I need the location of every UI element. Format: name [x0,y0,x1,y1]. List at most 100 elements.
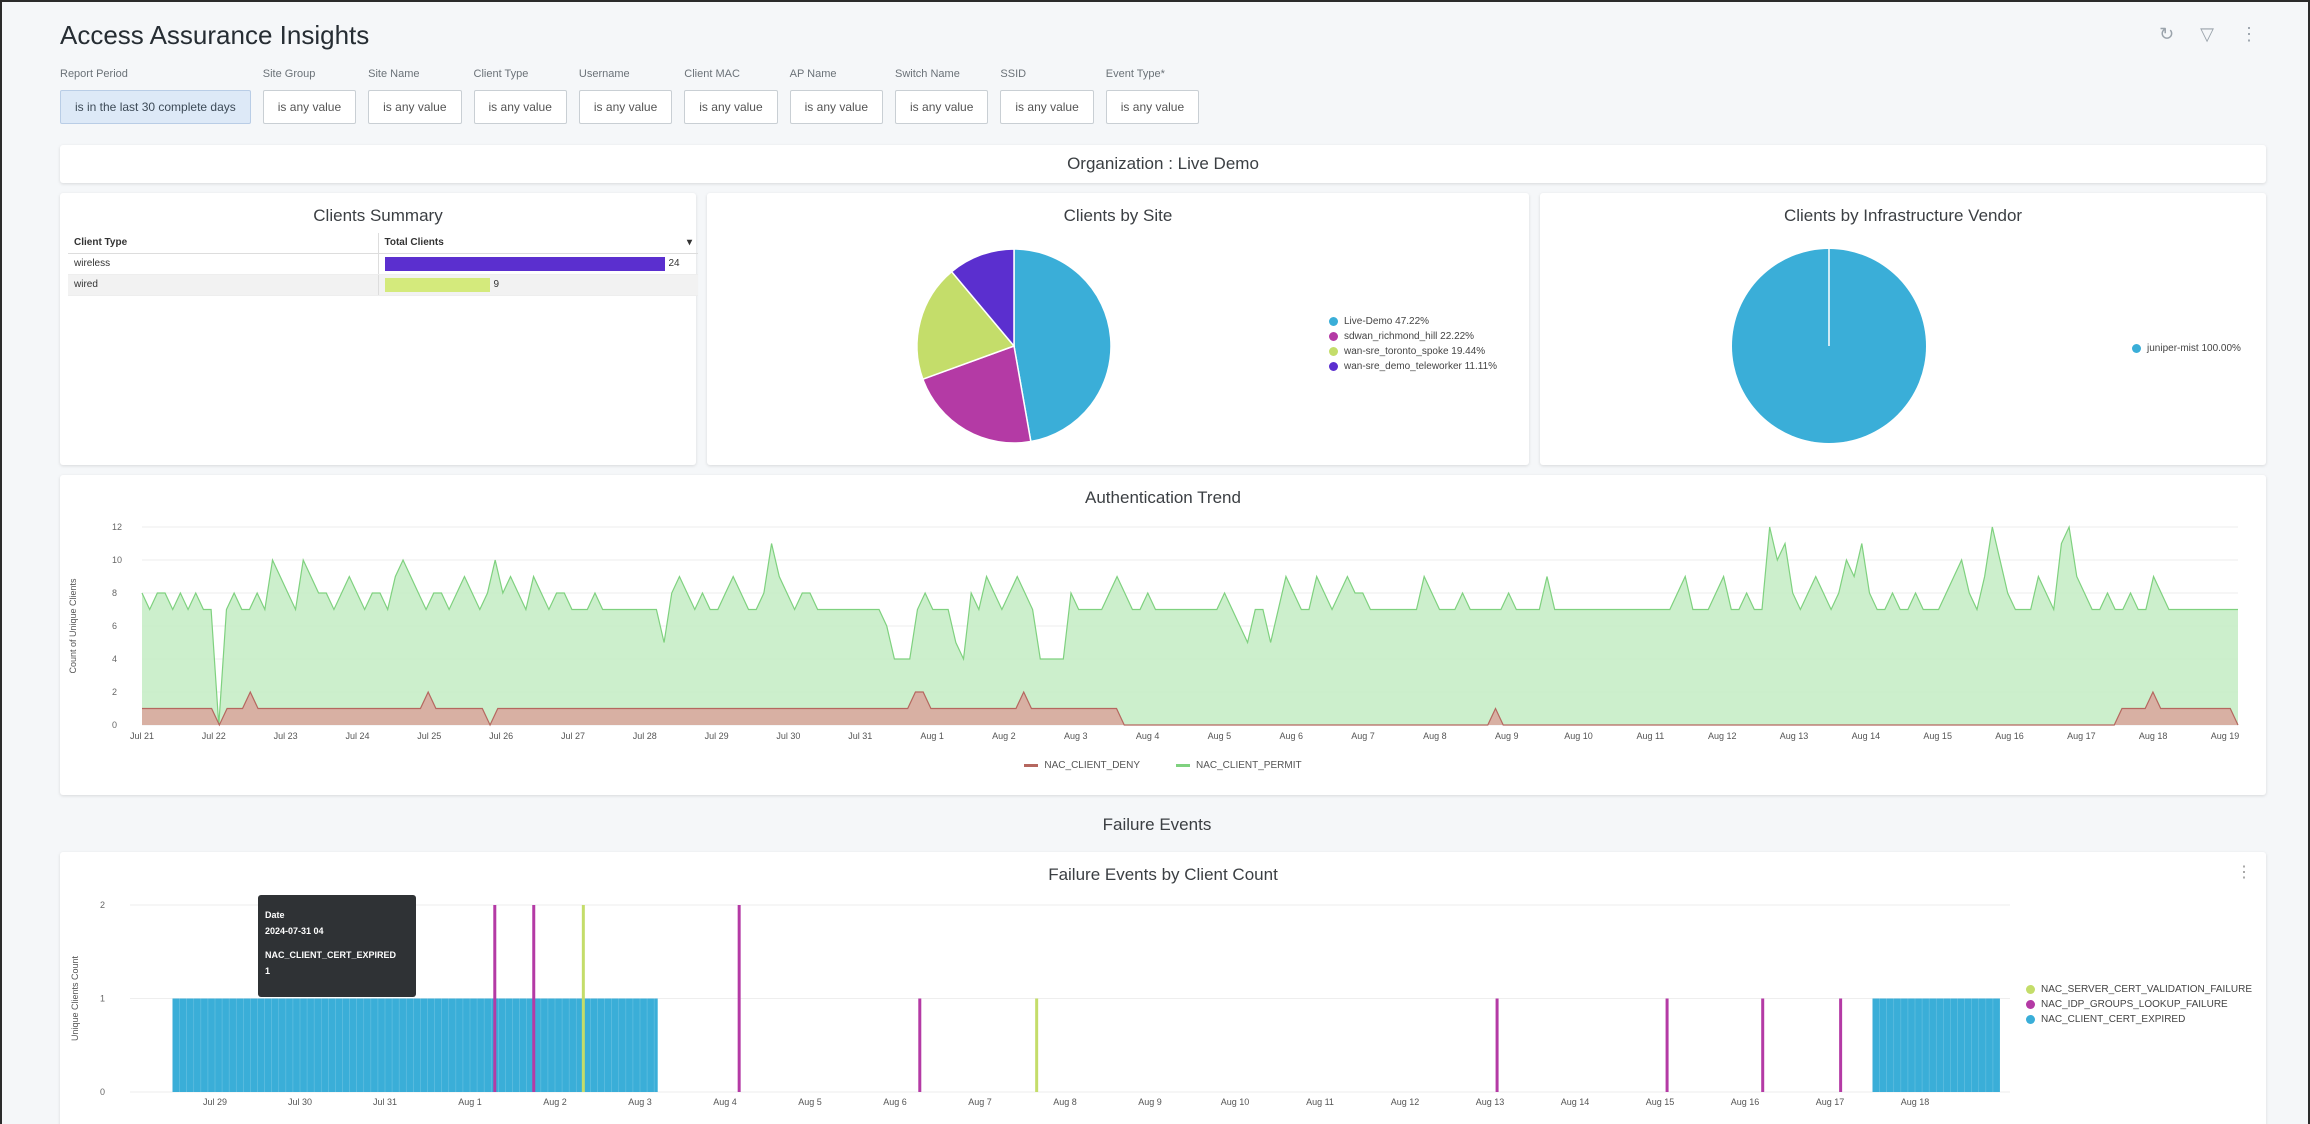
x-tick-label: Aug 16 [1995,731,2024,741]
filter-1: Site Group is any value [262,68,357,124]
sort-icon[interactable]: ▾ [687,237,692,248]
legend-item[interactable]: juniper-mist 100.00% [2132,341,2241,356]
filter-label: SSID [1000,68,1027,80]
tooltip-date-label: Date [265,910,285,920]
filter-value-button[interactable]: is in the last 30 complete days [60,90,251,124]
x-tick-label: Aug 10 [1564,731,1593,741]
y-tick-label: 10 [112,555,122,565]
site-pie-slice[interactable] [1013,248,1112,443]
failure-event-bar[interactable] [1839,998,1843,1093]
total-clients-value: 24 [668,258,680,270]
failure-events-section-title: Failure Events [1102,815,1212,834]
x-tick-label: Aug 15 [1923,731,1952,741]
x-tick-label: Jul 31 [848,731,872,741]
x-tick-label: Aug 3 [628,1097,652,1107]
filter-icon[interactable]: ▽ [2200,24,2214,45]
column-header-total-clients[interactable]: Total Clients ▾ [378,233,698,254]
filter-value-button[interactable]: is any value [473,90,567,124]
legend-item[interactable]: Live-Demo 47.22% [1329,314,1497,329]
legend-item[interactable]: NAC_SERVER_CERT_VALIDATION_FAILURE [2026,982,2252,997]
filter-value-button[interactable]: is any value [684,90,778,124]
legend-item[interactable]: wan-sre_toronto_spoke 19.44% [1329,344,1497,359]
x-tick-label: Jul 29 [203,1097,227,1107]
legend-item-deny[interactable]: NAC_CLIENT_DENY [1024,760,1140,771]
legend-item[interactable]: NAC_IDP_GROUPS_LOOKUP_FAILURE [2026,997,2252,1012]
x-tick-label: Jul 31 [373,1097,397,1107]
x-tick-label: Aug 5 [798,1097,822,1107]
x-tick-label: Aug 14 [1561,1097,1590,1107]
failure-event-bar[interactable] [493,905,497,1092]
refresh-icon[interactable]: ↻ [2159,24,2174,45]
cert-expired-bars[interactable] [172,998,658,1093]
clients-summary-panel: Clients Summary Client Type Total Client… [60,193,698,465]
x-tick-label: Jul 24 [345,731,369,741]
failure-event-bar[interactable] [737,905,741,1092]
x-tick-label: Aug 2 [992,731,1016,741]
x-tick-label: Aug 7 [968,1097,992,1107]
filter-5: Client MAC is any value [684,68,778,124]
failure-event-bar[interactable] [1035,998,1039,1093]
client-type-cell: wired [68,274,379,296]
x-tick-label: Aug 4 [713,1097,737,1107]
y-tick-label: 1 [100,994,105,1004]
x-tick-label: Jul 23 [274,731,298,741]
filter-value-button[interactable]: is any value [262,90,357,124]
x-tick-label: Aug 12 [1708,731,1737,741]
org-banner: Organization : Live Demo [60,145,2266,183]
total-clients-cell: 24 [378,253,698,275]
tooltip-series-name: NAC_CLIENT_CERT_EXPIRED [265,950,397,960]
x-tick-label: Aug 14 [1852,731,1881,741]
legend-swatch [1329,347,1338,356]
failure-event-bar[interactable] [581,905,585,1092]
filter-label: Report Period [60,68,128,80]
filter-label: Site Name [368,68,420,80]
filter-label: Event Type* [1105,68,1165,80]
filter-value-button[interactable]: is any value [368,90,462,124]
x-tick-label: Aug 18 [2139,731,2168,741]
x-tick-label: Aug 9 [1495,731,1519,741]
x-tick-label: Aug 4 [1136,731,1160,741]
legend-item-permit[interactable]: NAC_CLIENT_PERMIT [1176,760,1302,771]
more-vertical-icon[interactable]: ⋮ [2240,24,2258,45]
legend-item[interactable]: wan-sre_demo_teleworker 11.11% [1329,359,1497,374]
clients-by-vendor-panel: Clients by Infrastructure Vendor juniper… [1540,193,2266,465]
failure-event-bar[interactable] [532,905,536,1092]
total-clients-bar [384,256,665,271]
failure-event-bar[interactable] [1495,998,1499,1093]
y-tick-label: 6 [112,621,117,631]
legend-swatch [2026,1015,2035,1024]
y-tick-label: 4 [112,654,117,664]
filter-value-button[interactable]: is any value [578,90,673,124]
x-tick-label: Aug 1 [458,1097,482,1107]
header-actions: ↻ ▽ ⋮ [2159,24,2258,45]
chart-tooltip: Date 2024-07-31 04 NAC_CLIENT_CERT_EXPIR… [258,895,416,997]
filter-value-button[interactable]: is any value [1105,90,1200,124]
filter-4: Username is any value [578,68,673,124]
authentication-trend-chart: 0 2 4 6 8 10 12 Count of Unique Clients Jul 21 Ju… [68,522,2239,741]
table-row[interactable]: wired 9 [68,274,698,296]
x-tick-label: Jul 22 [202,731,226,741]
filter-value-button[interactable]: is any value [789,90,884,124]
table-row[interactable]: wireless 24 [68,253,698,275]
filter-label: Site Group [262,68,316,80]
filter-value-button[interactable]: is any value [1000,90,1094,124]
failure-event-bar[interactable] [1761,998,1765,1093]
x-tick-label: Aug 10 [1221,1097,1250,1107]
failure-event-bar[interactable] [918,998,922,1093]
column-header-client-type[interactable]: Client Type [68,233,379,254]
legend-label: NAC_SERVER_CERT_VALIDATION_FAILURE [2041,984,2252,995]
legend-item[interactable]: NAC_CLIENT_CERT_EXPIRED [2026,1012,2252,1027]
x-tick-label: Aug 6 [883,1097,907,1107]
filter-value-button[interactable]: is any value [895,90,989,124]
filter-bar: Report Period is in the last 30 complete … [60,68,1200,124]
authentication-trend-legend: NAC_CLIENT_DENY NAC_CLIENT_PERMIT [60,760,2266,771]
legend-label-permit: NAC_CLIENT_PERMIT [1196,760,1302,771]
x-tick-label: Aug 7 [1351,731,1375,741]
failure-event-bar[interactable] [1665,998,1669,1093]
filter-8: SSID is any value [1000,68,1094,124]
x-tick-label: Aug 12 [1391,1097,1420,1107]
authentication-trend-panel: Authentication Trend 0 2 4 6 8 10 12 Count of U… [60,475,2266,795]
legend-item[interactable]: sdwan_richmond_hill 22.22% [1329,329,1497,344]
y-tick-label: 12 [112,522,122,532]
filter-label: Switch Name [895,68,960,80]
